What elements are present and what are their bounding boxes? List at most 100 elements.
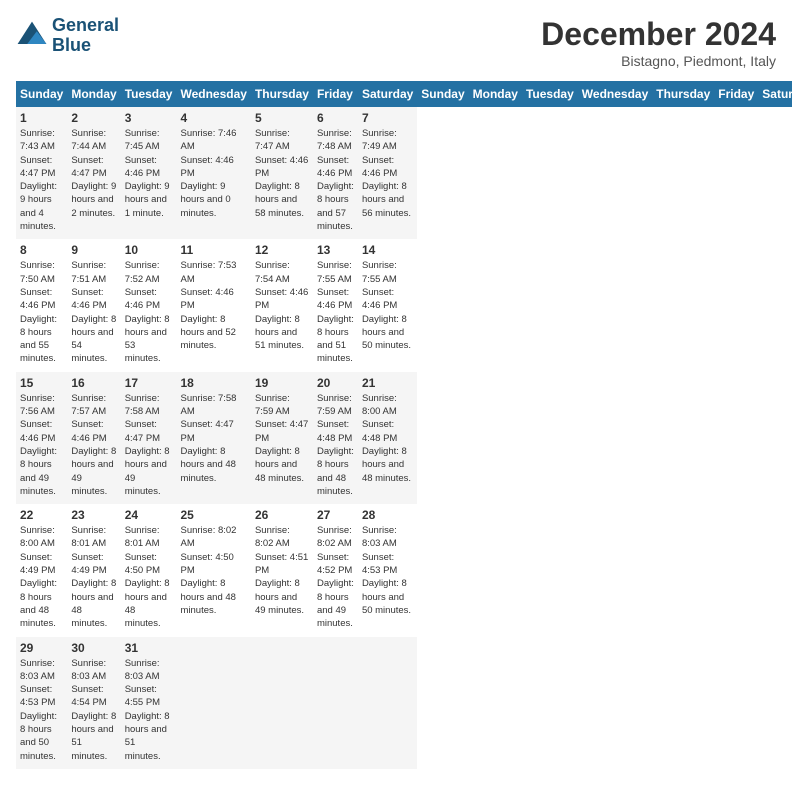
- day-number: 24: [125, 508, 173, 522]
- calendar-week-row: 15 Sunrise: 7:56 AM Sunset: 4:46 PM Dayl…: [16, 372, 792, 504]
- day-detail: Sunrise: 7:50 AM Sunset: 4:46 PM Dayligh…: [20, 259, 63, 365]
- calendar-week-row: 8 Sunrise: 7:50 AM Sunset: 4:46 PM Dayli…: [16, 239, 792, 371]
- col-header-thursday: Thursday: [652, 81, 714, 107]
- day-number: 21: [362, 376, 413, 390]
- title-block: December 2024 Bistagno, Piedmont, Italy: [541, 16, 776, 69]
- day-number: 17: [125, 376, 173, 390]
- day-detail: Sunrise: 7:47 AM Sunset: 4:46 PM Dayligh…: [255, 127, 309, 220]
- calendar-cell: 21 Sunrise: 8:00 AM Sunset: 4:48 PM Dayl…: [358, 372, 417, 504]
- day-number: 11: [180, 243, 246, 257]
- day-number: 2: [71, 111, 116, 125]
- calendar-cell: 2 Sunrise: 7:44 AM Sunset: 4:47 PM Dayli…: [67, 107, 120, 239]
- header-monday: Monday: [67, 81, 120, 107]
- calendar-cell: 13 Sunrise: 7:55 AM Sunset: 4:46 PM Dayl…: [313, 239, 358, 371]
- day-number: 18: [180, 376, 246, 390]
- day-detail: Sunrise: 7:54 AM Sunset: 4:46 PM Dayligh…: [255, 259, 309, 352]
- day-number: 5: [255, 111, 309, 125]
- calendar-cell: 26 Sunrise: 8:02 AM Sunset: 4:51 PM Dayl…: [251, 504, 313, 636]
- day-number: 13: [317, 243, 354, 257]
- day-detail: Sunrise: 8:03 AM Sunset: 4:54 PM Dayligh…: [71, 657, 116, 763]
- day-number: 19: [255, 376, 309, 390]
- calendar-cell: 17 Sunrise: 7:58 AM Sunset: 4:47 PM Dayl…: [121, 372, 177, 504]
- calendar-week-row: 1 Sunrise: 7:43 AM Sunset: 4:47 PM Dayli…: [16, 107, 792, 239]
- day-number: 9: [71, 243, 116, 257]
- day-detail: Sunrise: 7:49 AM Sunset: 4:46 PM Dayligh…: [362, 127, 413, 220]
- day-detail: Sunrise: 7:59 AM Sunset: 4:47 PM Dayligh…: [255, 392, 309, 485]
- day-number: 31: [125, 641, 173, 655]
- day-detail: Sunrise: 7:59 AM Sunset: 4:48 PM Dayligh…: [317, 392, 354, 498]
- day-detail: Sunrise: 7:53 AM Sunset: 4:46 PM Dayligh…: [180, 259, 246, 352]
- calendar-table: SundayMondayTuesdayWednesdayThursdayFrid…: [16, 81, 792, 769]
- day-detail: Sunrise: 8:00 AM Sunset: 4:49 PM Dayligh…: [20, 524, 63, 630]
- calendar-cell: 24 Sunrise: 8:01 AM Sunset: 4:50 PM Dayl…: [121, 504, 177, 636]
- calendar-cell: 5 Sunrise: 7:47 AM Sunset: 4:46 PM Dayli…: [251, 107, 313, 239]
- day-number: 7: [362, 111, 413, 125]
- day-number: 8: [20, 243, 63, 257]
- calendar-cell: 14 Sunrise: 7:55 AM Sunset: 4:46 PM Dayl…: [358, 239, 417, 371]
- logo: General Blue: [16, 16, 119, 56]
- day-detail: Sunrise: 7:52 AM Sunset: 4:46 PM Dayligh…: [125, 259, 173, 365]
- day-detail: Sunrise: 8:00 AM Sunset: 4:48 PM Dayligh…: [362, 392, 413, 485]
- day-detail: Sunrise: 7:45 AM Sunset: 4:46 PM Dayligh…: [125, 127, 173, 220]
- calendar-cell: 18 Sunrise: 7:58 AM Sunset: 4:47 PM Dayl…: [176, 372, 250, 504]
- calendar-cell: 15 Sunrise: 7:56 AM Sunset: 4:46 PM Dayl…: [16, 372, 67, 504]
- day-number: 28: [362, 508, 413, 522]
- day-number: 10: [125, 243, 173, 257]
- day-number: 4: [180, 111, 246, 125]
- calendar-cell: 29 Sunrise: 8:03 AM Sunset: 4:53 PM Dayl…: [16, 637, 67, 769]
- day-detail: Sunrise: 7:48 AM Sunset: 4:46 PM Dayligh…: [317, 127, 354, 233]
- calendar-cell: 22 Sunrise: 8:00 AM Sunset: 4:49 PM Dayl…: [16, 504, 67, 636]
- day-detail: Sunrise: 7:58 AM Sunset: 4:47 PM Dayligh…: [180, 392, 246, 485]
- calendar-cell: 11 Sunrise: 7:53 AM Sunset: 4:46 PM Dayl…: [176, 239, 250, 371]
- calendar-cell: 25 Sunrise: 8:02 AM Sunset: 4:50 PM Dayl…: [176, 504, 250, 636]
- day-detail: Sunrise: 7:57 AM Sunset: 4:46 PM Dayligh…: [71, 392, 116, 498]
- calendar-week-row: 29 Sunrise: 8:03 AM Sunset: 4:53 PM Dayl…: [16, 637, 792, 769]
- calendar-cell: 31 Sunrise: 8:03 AM Sunset: 4:55 PM Dayl…: [121, 637, 177, 769]
- col-header-sunday: Sunday: [417, 81, 468, 107]
- calendar-cell: 12 Sunrise: 7:54 AM Sunset: 4:46 PM Dayl…: [251, 239, 313, 371]
- col-header-saturday: Saturday: [758, 81, 792, 107]
- day-detail: Sunrise: 8:03 AM Sunset: 4:53 PM Dayligh…: [20, 657, 63, 763]
- calendar-cell: 7 Sunrise: 7:49 AM Sunset: 4:46 PM Dayli…: [358, 107, 417, 239]
- day-number: 29: [20, 641, 63, 655]
- day-number: 22: [20, 508, 63, 522]
- col-header-friday: Friday: [714, 81, 758, 107]
- calendar-cell: 9 Sunrise: 7:51 AM Sunset: 4:46 PM Dayli…: [67, 239, 120, 371]
- day-number: 30: [71, 641, 116, 655]
- header-thursday: Thursday: [251, 81, 313, 107]
- page-header: General Blue December 2024 Bistagno, Pie…: [16, 16, 776, 69]
- day-number: 25: [180, 508, 246, 522]
- day-detail: Sunrise: 8:02 AM Sunset: 4:52 PM Dayligh…: [317, 524, 354, 630]
- col-header-monday: Monday: [469, 81, 522, 107]
- header-tuesday: Tuesday: [121, 81, 177, 107]
- calendar-cell: 6 Sunrise: 7:48 AM Sunset: 4:46 PM Dayli…: [313, 107, 358, 239]
- calendar-cell: [251, 637, 313, 769]
- day-number: 27: [317, 508, 354, 522]
- day-number: 6: [317, 111, 354, 125]
- logo-text: General Blue: [52, 16, 119, 56]
- day-detail: Sunrise: 7:58 AM Sunset: 4:47 PM Dayligh…: [125, 392, 173, 498]
- day-detail: Sunrise: 7:46 AM Sunset: 4:46 PM Dayligh…: [180, 127, 246, 220]
- calendar-cell: [176, 637, 250, 769]
- day-number: 23: [71, 508, 116, 522]
- calendar-cell: [358, 637, 417, 769]
- day-detail: Sunrise: 7:51 AM Sunset: 4:46 PM Dayligh…: [71, 259, 116, 365]
- day-number: 20: [317, 376, 354, 390]
- calendar-cell: 10 Sunrise: 7:52 AM Sunset: 4:46 PM Dayl…: [121, 239, 177, 371]
- calendar-header-row: SundayMondayTuesdayWednesdayThursdayFrid…: [16, 81, 792, 107]
- day-detail: Sunrise: 7:44 AM Sunset: 4:47 PM Dayligh…: [71, 127, 116, 220]
- month-title: December 2024: [541, 16, 776, 53]
- calendar-cell: 4 Sunrise: 7:46 AM Sunset: 4:46 PM Dayli…: [176, 107, 250, 239]
- calendar-cell: 27 Sunrise: 8:02 AM Sunset: 4:52 PM Dayl…: [313, 504, 358, 636]
- calendar-cell: 3 Sunrise: 7:45 AM Sunset: 4:46 PM Dayli…: [121, 107, 177, 239]
- day-detail: Sunrise: 8:02 AM Sunset: 4:51 PM Dayligh…: [255, 524, 309, 617]
- header-saturday: Saturday: [358, 81, 417, 107]
- col-header-wednesday: Wednesday: [578, 81, 652, 107]
- header-sunday: Sunday: [16, 81, 67, 107]
- day-detail: Sunrise: 8:03 AM Sunset: 4:55 PM Dayligh…: [125, 657, 173, 763]
- day-detail: Sunrise: 7:43 AM Sunset: 4:47 PM Dayligh…: [20, 127, 63, 233]
- day-detail: Sunrise: 7:55 AM Sunset: 4:46 PM Dayligh…: [362, 259, 413, 352]
- calendar-cell: 8 Sunrise: 7:50 AM Sunset: 4:46 PM Dayli…: [16, 239, 67, 371]
- day-number: 26: [255, 508, 309, 522]
- day-detail: Sunrise: 8:01 AM Sunset: 4:49 PM Dayligh…: [71, 524, 116, 630]
